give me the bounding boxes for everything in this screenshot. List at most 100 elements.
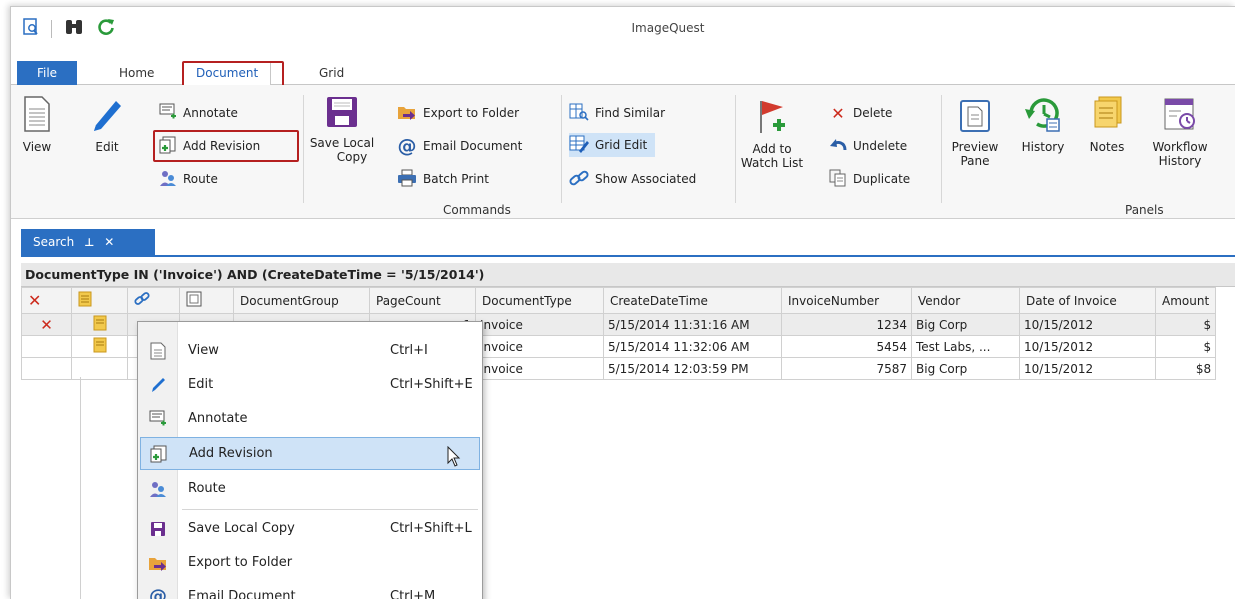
flag-add-icon — [735, 97, 809, 138]
menu-item-label: Export to Folder — [188, 555, 293, 570]
add-to-label-line2: Watch List — [740, 156, 804, 170]
email-document-label: Email Document — [423, 139, 523, 153]
delete-column-header[interactable]: ✕ — [21, 287, 72, 314]
grid-edit-label: Grid Edit — [595, 138, 648, 152]
close-icon[interactable]: ✕ — [104, 235, 114, 249]
show-associated-button[interactable]: Show Associated — [569, 167, 696, 191]
menu-item-add-revision[interactable]: Add Revision — [140, 437, 480, 470]
save-local-label-line2: Copy — [336, 150, 368, 164]
note-icon — [93, 315, 107, 334]
notes-button[interactable]: Notes — [1085, 95, 1129, 154]
floppy-disk-icon — [140, 521, 176, 537]
grid-header-row: ✕ DocumentGroup PageCount DocumentType C… — [21, 287, 1217, 314]
col-invoicenumber[interactable]: InvoiceNumber — [781, 287, 912, 314]
delete-cell[interactable] — [21, 335, 72, 358]
date-of-invoice-cell: 10/15/2012 — [1019, 357, 1156, 380]
commands-group-label: Commands — [443, 203, 511, 217]
note-cell[interactable] — [71, 335, 128, 358]
add-revision-button[interactable]: Add Revision — [159, 134, 260, 158]
batch-print-label: Batch Print — [423, 172, 489, 186]
vendor-cell: Big Corp — [911, 313, 1020, 336]
preview-doc-icon — [186, 291, 202, 310]
col-documentgroup[interactable]: DocumentGroup — [233, 287, 370, 314]
preview-label-line1: Preview — [951, 140, 999, 154]
tab-file[interactable]: File — [17, 61, 77, 85]
pin-icon[interactable]: ⊥ — [84, 236, 94, 249]
documenttype-cell: Invoice — [475, 335, 604, 358]
view-button[interactable]: View — [17, 95, 57, 154]
annotate-label: Annotate — [183, 106, 238, 120]
save-local-copy-button[interactable]: Save Local Copy — [309, 95, 375, 164]
preview-pane-button[interactable]: Preview Pane — [949, 99, 1001, 168]
duplicate-label: Duplicate — [853, 172, 911, 186]
delete-x-icon: ✕ — [28, 291, 42, 310]
workflow-history-button[interactable]: Workflow History — [1149, 97, 1211, 168]
ribbon-divider — [561, 95, 562, 203]
edit-button[interactable]: Edit — [87, 95, 127, 154]
menu-item-email-document[interactable]: @ Email Document Ctrl+M — [140, 580, 480, 599]
history-button[interactable]: History — [1019, 95, 1067, 154]
preview-label-line2: Pane — [960, 154, 990, 168]
menu-item-label: Save Local Copy — [188, 521, 295, 536]
delete-button[interactable]: ✕ Delete — [829, 101, 892, 125]
undo-arrow-icon — [829, 136, 847, 157]
add-to-watch-list-button[interactable]: Add to Watch List — [735, 97, 809, 170]
date-of-invoice-cell: 10/15/2012 — [1019, 313, 1156, 336]
menu-item-view[interactable]: View Ctrl+I — [140, 334, 480, 367]
batch-print-button[interactable]: Batch Print — [397, 167, 489, 191]
invoicenumber-cell: 1234 — [781, 313, 912, 336]
ribbon-tab-row: File Home Document Grid — [11, 59, 1235, 86]
col-documenttype[interactable]: DocumentType — [475, 287, 604, 314]
workflow-history-icon — [1149, 97, 1211, 136]
floppy-disk-icon — [309, 95, 375, 132]
add-revision-label: Add Revision — [183, 139, 261, 153]
add-revision-icon — [141, 445, 177, 463]
documenttype-cell: Invoice — [475, 313, 604, 336]
delete-cell[interactable]: ✕ — [21, 313, 72, 336]
find-similar-button[interactable]: Find Similar — [569, 101, 665, 125]
col-date-of-invoice[interactable]: Date of Invoice — [1019, 287, 1156, 314]
associated-column-header[interactable] — [127, 287, 180, 314]
preview-column-header[interactable] — [179, 287, 234, 314]
tab-grid[interactable]: Grid — [307, 63, 356, 85]
menu-item-label: Add Revision — [189, 446, 273, 461]
add-revision-icon — [159, 136, 177, 157]
grid-column-divider — [81, 377, 141, 599]
route-label: Route — [183, 172, 218, 186]
pencil-icon — [140, 376, 176, 394]
workflow-label-line1: Workflow — [1152, 140, 1208, 154]
email-document-button[interactable]: @ Email Document — [397, 134, 523, 158]
notes-column-header[interactable] — [71, 287, 128, 314]
col-pagecount[interactable]: PageCount — [369, 287, 476, 314]
grid-edit-button[interactable]: Grid Edit — [569, 133, 656, 157]
document-page-icon — [140, 342, 176, 360]
pencil-icon — [87, 95, 127, 136]
col-amount[interactable]: Amount — [1154, 287, 1217, 314]
grid-column-divider — [21, 377, 81, 599]
tab-home[interactable]: Home — [107, 63, 166, 85]
undelete-label: Undelete — [853, 139, 908, 153]
menu-item-edit[interactable]: Edit Ctrl+Shift+E — [140, 368, 480, 401]
menu-item-annotate[interactable]: Annotate — [140, 402, 480, 435]
route-button[interactable]: Route — [159, 167, 218, 191]
duplicate-icon — [829, 169, 847, 190]
col-vendor[interactable]: Vendor — [911, 287, 1020, 314]
menu-item-route[interactable]: Route — [140, 472, 480, 505]
export-folder-icon — [140, 554, 176, 572]
workflow-label-line2: History — [1158, 154, 1202, 168]
search-panel-tab[interactable]: Search ⊥ ✕ — [21, 229, 155, 255]
annotate-button[interactable]: Annotate — [159, 101, 238, 125]
title-bar: ImageQuest — [11, 7, 1235, 59]
date-of-invoice-cell: 10/15/2012 — [1019, 335, 1156, 358]
export-to-folder-button[interactable]: Export to Folder — [397, 101, 519, 125]
undelete-button[interactable]: Undelete — [829, 134, 907, 158]
amount-cell: $8 — [1154, 357, 1217, 380]
col-createdatetime[interactable]: CreateDateTime — [603, 287, 782, 314]
ribbon: View Edit Annotate Add Revision Route Sa… — [11, 85, 1235, 219]
note-cell[interactable] — [71, 313, 128, 336]
duplicate-button[interactable]: Duplicate — [829, 167, 910, 191]
menu-item-export-to-folder[interactable]: Export to Folder — [140, 546, 480, 579]
menu-item-save-local-copy[interactable]: Save Local Copy Ctrl+Shift+L — [140, 512, 480, 545]
tab-document[interactable]: Document — [183, 62, 272, 86]
createdatetime-cell: 5/15/2014 11:32:06 AM — [603, 335, 782, 358]
